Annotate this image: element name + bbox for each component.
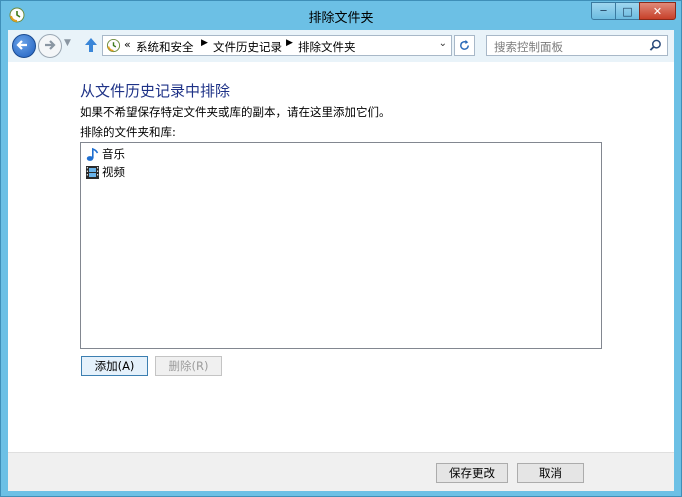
list-item-label: 视频	[102, 165, 125, 179]
page-description: 如果不希望保存特定文件夹或库的副本，请在这里添加它们。	[80, 105, 391, 119]
forward-arrow-icon	[45, 40, 56, 50]
list-item-music[interactable]: 音乐	[85, 145, 125, 163]
maximize-icon: □	[622, 4, 633, 18]
refresh-button[interactable]	[454, 35, 475, 56]
back-arrow-icon	[16, 40, 27, 50]
breadcrumb-file-history[interactable]: 文件历史记录	[213, 39, 282, 55]
recent-locations-dropdown[interactable]: ▼	[64, 38, 71, 48]
breadcrumb-separator-icon[interactable]: ▶	[201, 38, 208, 48]
window-title: 排除文件夹	[308, 11, 374, 26]
chevron-down-icon[interactable]: ⌄	[439, 38, 447, 49]
minimize-button[interactable]: ─	[591, 2, 616, 20]
back-button[interactable]	[12, 34, 36, 58]
list-item-label: 音乐	[102, 147, 125, 161]
save-changes-button[interactable]: 保存更改	[436, 463, 508, 483]
search-box[interactable]: 搜索控制面板	[486, 35, 668, 56]
window: 排除文件夹 ─ □ ✕ ▼ « 系统和安全 ▶ 文件历史记录 ▶ 排除文件夹 ⌄…	[0, 0, 682, 497]
remove-button[interactable]: 删除(R)	[155, 356, 222, 376]
dialog-footer: 保存更改 取消	[8, 452, 674, 491]
refresh-icon	[460, 39, 469, 50]
close-icon: ✕	[652, 4, 663, 18]
search-placeholder[interactable]: 搜索控制面板	[494, 39, 563, 55]
excluded-folders-list[interactable]: 音乐 视频	[80, 142, 602, 349]
music-note-icon	[86, 147, 99, 161]
up-arrow-icon[interactable]	[82, 36, 100, 54]
overflow-chevron[interactable]: «	[124, 38, 131, 51]
breadcrumb-system-security[interactable]: 系统和安全	[136, 39, 194, 55]
excluded-list-label: 排除的文件夹和库:	[80, 125, 176, 139]
minimize-icon: ─	[600, 5, 607, 17]
page-title: 从文件历史记录中排除	[80, 82, 231, 100]
content-area: 从文件历史记录中排除 如果不希望保存特定文件夹或库的副本，请在这里添加它们。 排…	[8, 62, 674, 452]
title-bar[interactable]: 排除文件夹 ─ □ ✕	[1, 1, 681, 29]
breadcrumb-exclude-folders[interactable]: 排除文件夹	[298, 39, 356, 55]
cancel-button[interactable]: 取消	[517, 463, 584, 483]
close-button[interactable]: ✕	[639, 2, 676, 20]
breadcrumb-separator-icon[interactable]: ▶	[286, 38, 293, 48]
maximize-button[interactable]: □	[615, 2, 640, 20]
file-history-icon	[106, 38, 121, 53]
forward-button[interactable]	[38, 34, 62, 58]
address-bar[interactable]: « 系统和安全 ▶ 文件历史记录 ▶ 排除文件夹 ⌄	[102, 35, 452, 56]
video-film-icon	[86, 165, 99, 179]
search-icon[interactable]	[649, 39, 662, 52]
navigation-bar: ▼ « 系统和安全 ▶ 文件历史记录 ▶ 排除文件夹 ⌄ 搜索控制面板	[8, 30, 674, 62]
add-button[interactable]: 添加(A)	[81, 356, 148, 376]
list-item-video[interactable]: 视频	[85, 163, 125, 181]
